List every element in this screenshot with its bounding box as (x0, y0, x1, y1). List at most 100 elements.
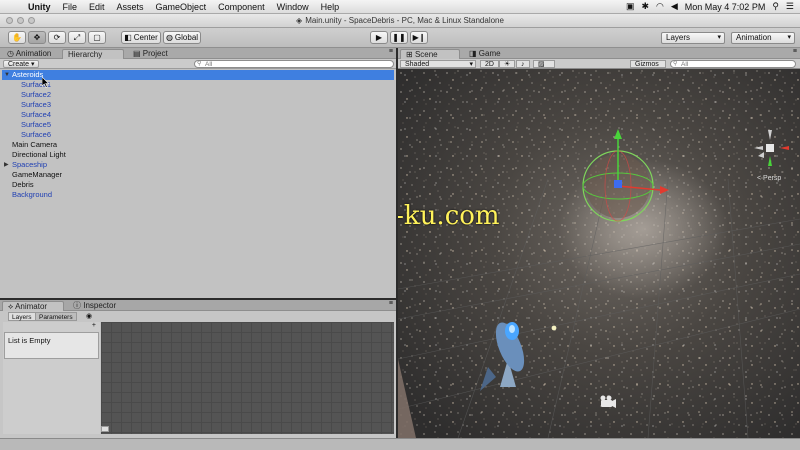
hierarchy-item-label: Debris (12, 180, 34, 189)
rect-tool-button[interactable]: ▢ (88, 31, 106, 44)
play-button[interactable]: ▶ (370, 31, 388, 44)
hierarchy-item-label: Surface5 (21, 120, 52, 129)
tab-animator[interactable]: ⟡ Animator (2, 301, 64, 311)
gizmos-dropdown[interactable]: Gizmos ▾ (630, 60, 666, 76)
tab-inspector[interactable]: ⓘ Inspector (68, 301, 121, 311)
hierarchy-item-label: Background (12, 190, 53, 199)
light-icon[interactable] (551, 325, 557, 331)
effects-dropdown[interactable]: ▨ ▾ (533, 60, 555, 76)
search-icon: ⚲ (197, 61, 202, 67)
move-tool-button[interactable]: ✥ (28, 31, 46, 44)
hierarchy-item-debris[interactable]: Debris (2, 180, 394, 190)
space-global-label: Global (174, 33, 199, 42)
audio-toggle[interactable]: ♪ (516, 60, 530, 68)
bluetooth-icon[interactable]: ✱ (641, 1, 649, 12)
hierarchy-item-asteroids[interactable]: ▼ Asteroids (2, 70, 394, 80)
space-global-toggle[interactable]: ◍ Global (163, 31, 201, 44)
create-dropdown[interactable]: Create ▾ (3, 60, 40, 68)
menu-window[interactable]: Window (271, 2, 315, 12)
hierarchy-item-gamemanager[interactable]: GameManager (2, 170, 394, 180)
animator-graph-canvas[interactable] (101, 322, 394, 434)
main-toolbar: ✋ ✥ ⟳ ⤢ ▢ ◧ Center ◍ Global ▶ ❚❚ ▶❙ Laye… (0, 28, 800, 48)
tab-project[interactable]: ▤ Project (128, 49, 173, 59)
subtab-layers-label: Layers (12, 314, 32, 321)
layout-dropdown[interactable]: Animation (731, 32, 795, 44)
menu-edit[interactable]: Edit (83, 2, 111, 12)
menu-help[interactable]: Help (315, 2, 346, 12)
shading-mode-label: Shaded (405, 61, 430, 68)
hierarchy-item-label: Spaceship (12, 160, 48, 169)
minimize-window-button[interactable] (17, 17, 24, 24)
tab-scene[interactable]: ⊞ Scene (400, 49, 460, 59)
close-window-button[interactable] (6, 17, 13, 24)
tab-animation[interactable]: ◷ Animation (2, 49, 56, 59)
hierarchy-item-label: Surface4 (21, 110, 52, 119)
panel-menu-icon[interactable]: ≡ (389, 300, 393, 307)
expand-arrow-icon[interactable]: ▼ (4, 70, 10, 80)
hierarchy-item-surface2[interactable]: Surface2 (2, 90, 394, 100)
scene-search-input[interactable]: ⚲ All (670, 60, 796, 68)
move-arrows-icon: ✥ (33, 33, 41, 42)
chevron-down-icon: ▾ (469, 61, 473, 68)
panel-menu-icon[interactable]: ≡ (389, 48, 393, 55)
hierarchy-item-label: Surface2 (21, 90, 52, 99)
hierarchy-item-spaceship[interactable]: ▶ Spaceship (2, 160, 394, 170)
image-effects-icon: ▨ (538, 61, 545, 68)
panel-menu-icon[interactable]: ≡ (793, 48, 797, 55)
list-empty-text: List is Empty (8, 336, 51, 345)
scale-tool-button[interactable]: ⤢ (68, 31, 86, 44)
lighting-toggle[interactable]: ☀ (499, 60, 516, 68)
menu-app-unity[interactable]: Unity (22, 2, 57, 12)
hierarchy-tree: ▼ Asteroids Surface1 Surface2 Surface3 S… (2, 70, 394, 298)
tab-game[interactable]: ◨ Game (464, 49, 506, 59)
scene-viewport[interactable] (398, 69, 800, 438)
screen-mirror-icon[interactable]: ▣ (626, 1, 635, 12)
layers-dropdown[interactable]: Layers (661, 32, 725, 44)
volume-icon[interactable]: ◀ (671, 1, 678, 12)
pivot-icon: ◧ (124, 33, 132, 42)
hierarchy-item-label: GameManager (12, 170, 63, 179)
subtab-parameters[interactable]: Parameters (35, 312, 77, 321)
tab-inspector-label: Inspector (83, 301, 117, 310)
clock[interactable]: Mon May 4 7:02 PM (685, 2, 766, 12)
hierarchy-item-surface6[interactable]: Surface6 (2, 130, 394, 140)
hierarchy-item-surface1[interactable]: Surface1 (2, 80, 394, 90)
mac-menu-bar: Unity File Edit Assets GameObject Compon… (0, 0, 800, 14)
pause-button[interactable]: ❚❚ (390, 31, 408, 44)
animator-scrollbar[interactable] (101, 426, 109, 432)
hierarchy-item-main-camera[interactable]: Main Camera (2, 140, 394, 150)
hierarchy-item-directional-light[interactable]: Directional Light (2, 150, 394, 160)
hierarchy-item-background[interactable]: Background (2, 190, 394, 200)
menu-gameobject[interactable]: GameObject (150, 2, 213, 12)
add-layer-icon[interactable]: + (92, 322, 96, 329)
hierarchy-search-placeholder: All (205, 61, 213, 68)
hierarchy-item-surface4[interactable]: Surface4 (2, 110, 394, 120)
rotate-tool-button[interactable]: ⟳ (48, 31, 66, 44)
notification-center-icon[interactable]: ☰ (786, 1, 794, 12)
hand-tool-button[interactable]: ✋ (8, 31, 26, 44)
orientation-gizmo[interactable] (750, 126, 796, 172)
hierarchy-item-surface3[interactable]: Surface3 (2, 100, 394, 110)
wifi-icon[interactable]: ◠ (656, 1, 664, 12)
shading-mode-dropdown[interactable]: Shaded ▾ (400, 60, 476, 68)
pivot-center-toggle[interactable]: ◧ Center (121, 31, 161, 44)
menu-file[interactable]: File (57, 2, 84, 12)
hierarchy-search-input[interactable]: ⚲ All (194, 60, 394, 68)
zoom-window-button[interactable] (28, 17, 35, 24)
2d-toggle[interactable]: 2D (480, 60, 499, 68)
perspective-label[interactable]: < Persp (757, 175, 781, 182)
hierarchy-panel: ◷ Animation Hierarchy ▤ Project ≡ Create… (0, 48, 396, 298)
spotlight-search-icon[interactable]: ⚲ (772, 1, 779, 12)
expand-arrow-icon[interactable]: ▶ (4, 160, 9, 170)
2d-toggle-label: 2D (485, 61, 494, 68)
menu-assets[interactable]: Assets (111, 2, 150, 12)
step-button[interactable]: ▶❙ (410, 31, 428, 44)
tab-hierarchy[interactable]: Hierarchy (62, 49, 124, 59)
hierarchy-item-label: Main Camera (12, 140, 58, 149)
tab-game-label: Game (478, 49, 501, 58)
hierarchy-item-surface5[interactable]: Surface5 (2, 120, 394, 130)
eye-icon[interactable]: ◉ (86, 312, 92, 320)
subtab-layers[interactable]: Layers (8, 312, 36, 321)
menu-component[interactable]: Component (212, 2, 271, 12)
search-icon: ⚲ (673, 61, 678, 67)
